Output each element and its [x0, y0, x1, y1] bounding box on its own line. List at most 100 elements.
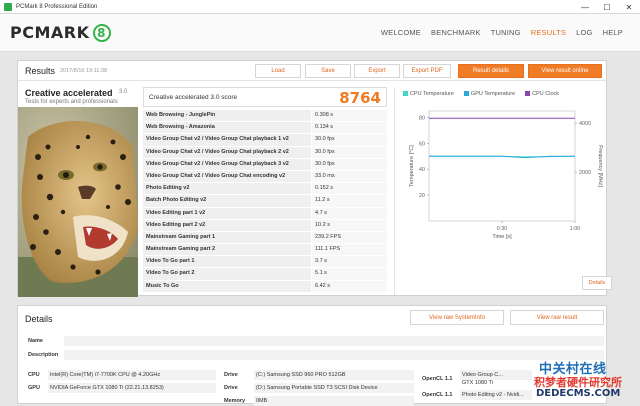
opencl-value-2: Photo Editing v2 - Nvidi...	[460, 390, 532, 400]
result-rows: Web Browsing - JunglePin 0.308 s Web Brows…	[143, 110, 387, 293]
result-row-value: 0.152 s	[312, 183, 387, 195]
legend-cpu-clock[interactable]: CPU Clock	[525, 91, 559, 97]
results-panel: Results 2017/8/16 19:11:38 Load Save Exp…	[17, 60, 607, 297]
test-subtitle: Tests for experts and professionals	[25, 99, 118, 105]
nav-help[interactable]: HELP	[598, 28, 628, 37]
export-button[interactable]: Export	[354, 64, 400, 78]
minimize-button[interactable]: —	[574, 0, 596, 14]
nav-tuning[interactable]: TUNING	[486, 28, 526, 37]
benchmark-image	[18, 107, 138, 297]
score-value: 8764	[339, 89, 381, 107]
nav-log[interactable]: LOG	[571, 28, 597, 37]
result-row-value: 11.2 s	[312, 195, 387, 207]
details-title: Details	[25, 314, 53, 324]
result-row-label: Photo Editing v2	[143, 183, 311, 195]
result-row: Mainstream Gaming part 2 111.1 FPS	[143, 244, 387, 257]
result-row: Web Browsing - JunglePin 0.308 s	[143, 110, 387, 123]
result-row: Video Editing part 2 v2 10.2 s	[143, 219, 387, 232]
result-details-button[interactable]: Result details	[458, 64, 524, 78]
details-button[interactable]: Details	[582, 276, 612, 290]
monitoring-chart: CPU Temperature GPU Temperature CPU Cloc…	[394, 87, 606, 295]
result-row-value: 0.308 s	[312, 110, 387, 122]
result-row: Video Group Chat v2 / Video Group Chat p…	[143, 134, 387, 147]
y-axis-label-right: Frequency [MHz]	[597, 145, 603, 187]
legend-label: CPU Clock	[532, 91, 560, 97]
window-title: PCMark 8 Professional Edition	[16, 3, 98, 10]
watermark-url: DEDECMS.COM	[536, 388, 621, 399]
details-panel: Details View raw SystemInfo View raw res…	[17, 305, 607, 406]
gpu-label: GPU	[28, 385, 40, 391]
legend-gpu-temp[interactable]: GPU Temperature	[463, 91, 516, 97]
x-tick-label: 0:30	[497, 226, 508, 232]
legend-swatch	[525, 91, 531, 96]
nav-benchmark[interactable]: BENCHMARK	[426, 28, 486, 37]
result-row-label: Video Group Chat v2 / Video Group Chat e…	[143, 170, 311, 183]
result-row-value: 33.0 ms	[312, 170, 387, 183]
legend-swatch	[403, 91, 408, 96]
result-row-value: 10.2 s	[312, 219, 387, 231]
x-axis-label: Time [s]	[492, 234, 512, 240]
view-raw-systeminfo-button[interactable]: View raw SystemInfo	[410, 310, 504, 325]
score-box: Creative accelerated 3.0 score 8764	[143, 87, 387, 107]
result-row-label: Web Browsing - JunglePin	[143, 110, 311, 122]
legend-cpu-temp[interactable]: CPU Temperature	[403, 91, 454, 97]
y-tick-label-right: 4000	[579, 121, 591, 127]
result-row: Photo Editing v2 0.152 s	[143, 183, 387, 196]
legend-label: GPU Temperature	[470, 91, 516, 97]
cpu-value: Intel(R) Core(TM) i7-7700K CPU @ 4.20GHz	[48, 370, 216, 380]
y-tick-label-right: 2000	[579, 170, 591, 176]
maximize-button[interactable]: ☐	[596, 0, 618, 14]
y-axis-label-left: Temperature [°C]	[409, 145, 415, 187]
gpu-value: NVIDIA GeForce GTX 1080 Ti (22.21.13.825…	[48, 383, 216, 393]
result-row-label: Web Browsing - Amazonia	[143, 122, 311, 134]
plot-frame	[428, 110, 576, 222]
result-row-value: 30.0 fps	[312, 134, 387, 146]
result-row-value: 30.0 fps	[312, 158, 387, 170]
nav-welcome[interactable]: WELCOME	[376, 28, 426, 37]
result-row-label: Video To Go part 1	[143, 256, 311, 268]
opencl-label-1: OpenCL 1.1	[422, 376, 453, 382]
result-row-label: Video Group Chat v2 / Video Group Chat p…	[143, 146, 311, 158]
app-icon	[4, 2, 12, 11]
result-row: Batch Photo Editing v2 11.2 s	[143, 195, 387, 208]
result-row: Mainstream Gaming part 1 239.2 FPS	[143, 231, 387, 245]
result-row: Video Group Chat v2 / Video Group Chat p…	[143, 146, 387, 159]
logo-badge: 8	[92, 23, 111, 42]
window-titlebar: PCMark 8 Professional Edition — ☐ ✕	[0, 0, 640, 14]
result-row: Video To Go part 1 3.7 s	[143, 256, 387, 269]
result-row-value: 111.1 FPS	[312, 244, 387, 256]
result-row: Music To Go 6.42 s	[143, 280, 387, 293]
result-row-label: Music To Go	[143, 280, 311, 292]
result-row-label: Mainstream Gaming part 1	[143, 231, 311, 244]
drive-value-2: (D:) Samsung Portable SSD T3 SCSI Disk D…	[254, 383, 414, 393]
result-row-label: Video Group Chat v2 / Video Group Chat p…	[143, 134, 311, 146]
watermark-logo: 中关村在线 积梦者硬件研究所 DEDECMS.COM	[532, 358, 632, 402]
result-row-value: 0.134 s	[312, 122, 387, 134]
result-row: Video Group Chat v2 / Video Group Chat e…	[143, 170, 387, 184]
export-pdf-button[interactable]: Export PDF	[403, 64, 451, 78]
save-button[interactable]: Save	[305, 64, 351, 78]
view-result-online-button[interactable]: View result online	[528, 64, 602, 78]
score-label: Creative accelerated 3.0 score	[149, 94, 238, 101]
drive-label-1: Drive	[224, 372, 238, 378]
result-row: Video To Go part 2 5.1 s	[143, 268, 387, 281]
result-row-value: 6.42 s	[312, 280, 387, 292]
nav-results[interactable]: RESULTS	[526, 28, 571, 37]
result-row-label: Video Editing part 1 v2	[143, 207, 311, 219]
result-row-label: Video To Go part 2	[143, 268, 311, 280]
pcmark-logo: PCMARK 8	[10, 23, 111, 42]
main-nav: WELCOME BENCHMARK TUNING RESULTS LOG HEL…	[376, 28, 628, 37]
close-button[interactable]: ✕	[618, 0, 640, 14]
chart-legend: CPU Temperature GPU Temperature CPU Cloc…	[403, 91, 559, 97]
opencl-label-2: OpenCL 1.1	[422, 392, 453, 398]
drive-value-1: (C:) Samsung SSD 960 PRO 512GB	[254, 370, 414, 380]
y-tick-label-left: 20	[419, 193, 425, 199]
results-date: 2017/8/16 19:11:38	[60, 68, 107, 74]
cpu-label: CPU	[28, 372, 40, 378]
result-row-value: 30.0 fps	[312, 146, 387, 158]
view-raw-result-button[interactable]: View raw result	[510, 310, 604, 325]
memory-label: Memory	[224, 398, 246, 404]
top-navbar: PCMARK 8 WELCOME BENCHMARK TUNING RESULT…	[0, 14, 640, 52]
load-button[interactable]: Load	[255, 64, 301, 78]
result-row-label: Video Group Chat v2 / Video Group Chat p…	[143, 158, 311, 170]
